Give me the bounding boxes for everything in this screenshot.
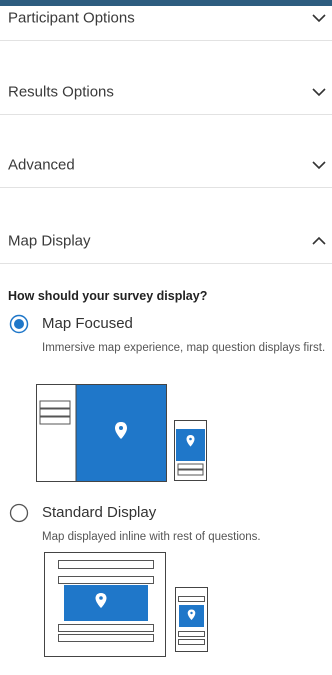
option-label-map-focused[interactable]: Map Focused [42,315,133,332]
accordion-label: Advanced [8,156,75,173]
chevron-down-icon [312,160,326,169]
chevron-down-icon [312,13,326,22]
option-label-standard-display[interactable]: Standard Display [42,504,156,521]
radio-map-focused[interactable] [9,314,29,334]
accordion-label: Participant Options [8,9,135,26]
option-description-map-focused: Immersive map experience, map question d… [42,342,326,354]
accordion-advanced[interactable]: Advanced [0,142,332,188]
chevron-up-icon [312,236,326,245]
radio-standard-display[interactable] [9,503,29,523]
accordion-label: Map Display [8,232,91,249]
chevron-down-icon [312,87,326,96]
accordion-participant-options[interactable]: Participant Options [0,0,332,41]
accordion-label: Results Options [8,83,114,100]
accordion-results-options[interactable]: Results Options [0,69,332,115]
standard-display-illustration [44,552,208,657]
survey-display-question: How should your survey display? [8,289,208,303]
map-focused-illustration [36,384,207,482]
option-description-standard-display: Map displayed inline with rest of questi… [42,531,261,543]
accordion-map-display[interactable]: Map Display [0,218,332,264]
